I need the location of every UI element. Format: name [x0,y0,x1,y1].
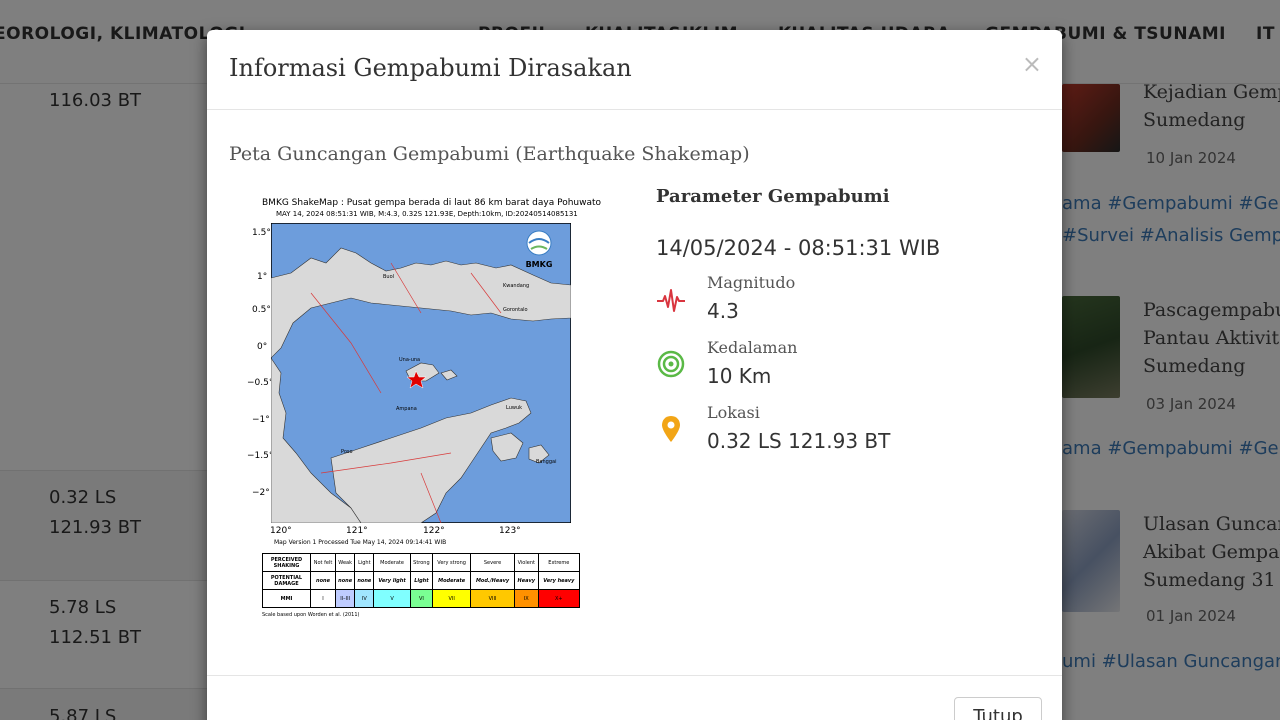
shakemap-title: BMKG ShakeMap : Pusat gempa berada di la… [262,198,602,208]
map-y-tick: −2° [252,488,270,498]
close-icon[interactable]: × [1022,50,1042,78]
map-place-label: Gorontalo [503,307,528,313]
seismograph-icon [657,289,685,312]
magnitude-label: Magnitudo [707,273,796,292]
map-x-tick: 120° [270,526,292,536]
modal-title: Informasi Gempabumi Dirasakan [229,54,632,82]
map-x-tick: 122° [423,526,445,536]
shakemap-processed-note: Map Version 1 Processed Tue May 14, 2024… [274,539,447,546]
modal-footer: Tutup [207,675,1062,720]
mmi-scale-note: Scale based upon Worden et al. (2011) [262,612,360,618]
map-place-label: Ampana [396,406,417,412]
map-y-tick: 1.5° [252,228,271,238]
map-y-tick: −1.5° [247,451,274,461]
magnitude-value: 4.3 [707,299,739,323]
earthquake-info-modal: Informasi Gempabumi Dirasakan × Peta Gun… [207,30,1062,720]
parameters-heading: Parameter Gempabumi [656,186,890,207]
depth-icon [657,350,685,378]
event-datetime: 14/05/2024 - 08:51:31 WIB [656,236,941,260]
shakemap-image: BMKG ShakeMap : Pusat gempa berada di la… [240,192,601,618]
location-label: Lokasi [707,403,760,422]
shakemap-heading: Peta Guncangan Gempabumi (Earthquake Sha… [229,143,750,165]
map-place-label: Luwuk [506,405,522,411]
depth-label: Kedalaman [707,338,798,357]
shakemap-event-info: MAY 14, 2024 08:51:31 WIB, M:4.3, 0.32S … [276,210,578,218]
map-place-label: Banggai [536,459,556,465]
map-y-tick: −0.5° [247,378,274,388]
map-place-label: Buol [383,274,394,280]
map-y-tick: 0° [257,342,268,352]
map-y-tick: −1° [252,415,270,425]
depth-value: 10 Km [707,364,772,388]
map-place-label: Kwandang [503,283,529,289]
map-x-tick: 121° [346,526,368,536]
bmkg-logo-text: BMKG [526,260,553,269]
mmi-scale-legend: PERCEIVED SHAKING Not felt Weak Light Mo… [262,553,581,608]
map-place-label: Una-una [399,357,420,363]
map-y-tick: 1° [257,272,268,282]
close-button[interactable]: Tutup [954,697,1042,720]
shakemap-map: BMKG Buol Kwandang Gorontalo Una-una Amp… [271,223,571,523]
location-value: 0.32 LS 121.93 BT [707,429,891,453]
location-pin-icon [662,416,680,442]
map-x-tick: 123° [499,526,521,536]
modal-header: Informasi Gempabumi Dirasakan × [207,30,1062,110]
map-y-tick: 0.5° [252,305,271,315]
map-place-label: Poso [341,449,353,455]
